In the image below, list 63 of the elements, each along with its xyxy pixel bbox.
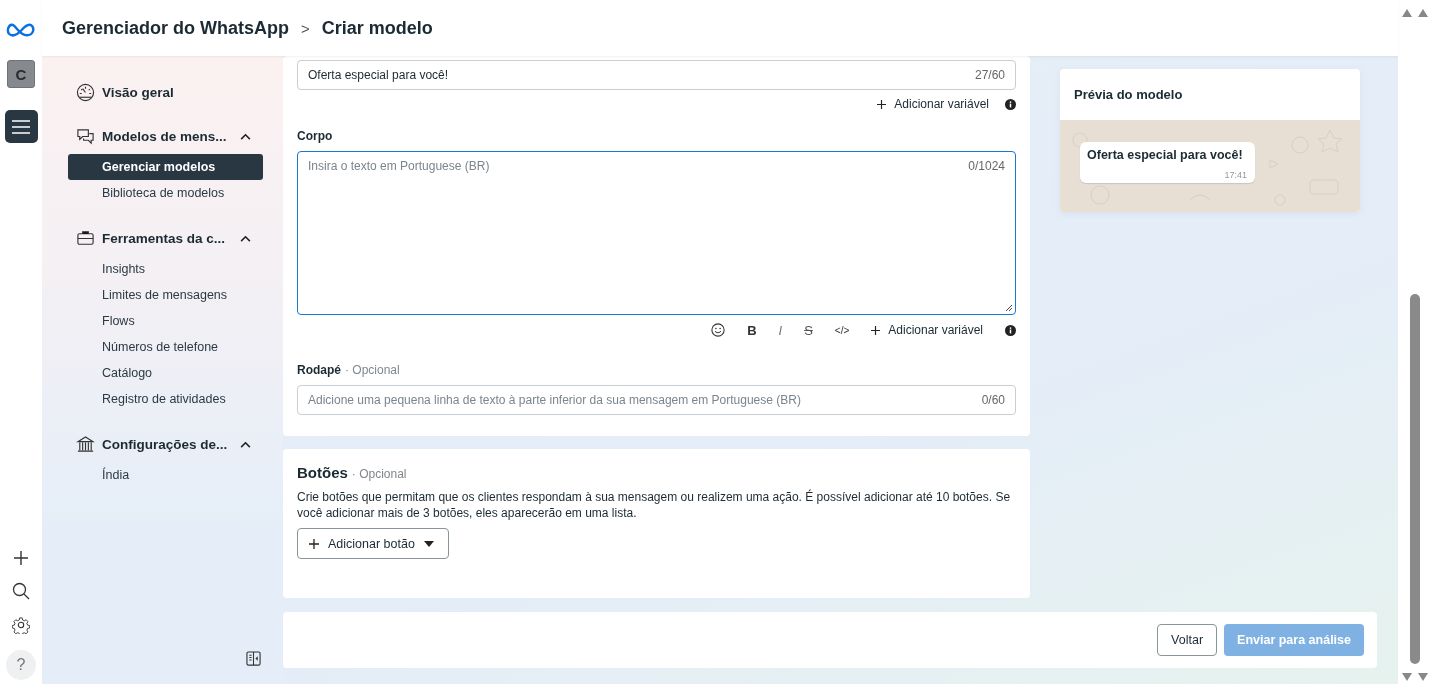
collapse-sidebar-icon[interactable] — [246, 651, 261, 666]
section-description: Crie botões que permitam que os clientes respondam à sua mensagem ou realizem uma ação. É possível adicionar até 10 botões. Se você adicionar mais de 3 botões, eles aparecerão em uma lista. — [297, 489, 1012, 521]
preview-title: Prévia do modelo — [1073, 86, 1184, 104]
sidebar-item[interactable]: Flows — [68, 308, 263, 334]
chevron-icon[interactable] — [240, 234, 251, 242]
menu-button[interactable] — [4, 110, 38, 143]
plus-icon[interactable] — [13, 550, 29, 566]
sidebar-section[interactable]: Ferramentas da c... — [68, 226, 263, 250]
scrollbar-thumb[interactable] — [1410, 294, 1420, 664]
field-label: Rodapé — [297, 363, 341, 377]
format-button[interactable]: S — [804, 322, 813, 338]
info-icon[interactable] — [1005, 324, 1016, 336]
format-button[interactable]: </> — [834, 324, 850, 336]
help-button[interactable]: ? — [6, 650, 36, 680]
resize-handle-icon[interactable] — [1005, 304, 1013, 312]
sidebar-item[interactable]: Catálogo — [68, 360, 263, 386]
add-button-dropdown[interactable]: Adicionar botão — [297, 528, 449, 559]
sidebar-section[interactable]: Configurações de... — [68, 432, 263, 456]
message-text: Oferta especial para você! — [1087, 148, 1244, 162]
menu-icon — [12, 119, 30, 134]
sidebar-item[interactable]: Registro de atividades — [68, 386, 263, 412]
bank-icon — [76, 434, 95, 454]
account-avatar[interactable]: C — [7, 60, 35, 88]
meta-logo-icon[interactable] — [6, 22, 36, 38]
info-icon[interactable] — [1005, 98, 1016, 110]
chat-icon — [76, 126, 95, 146]
sidebar-section[interactable]: Modelos de mens... — [68, 124, 263, 148]
format-button[interactable]: I — [778, 322, 783, 338]
sidebar-item[interactable]: Biblioteca de modelos — [68, 180, 263, 206]
search-icon[interactable] — [12, 582, 30, 600]
body-text-area[interactable]: Insira o texto em Portuguese (BR) 0/1024 — [297, 151, 1016, 315]
optional-note: · Opcional — [345, 363, 400, 377]
emoji-icon[interactable] — [711, 323, 726, 337]
footer-input-field[interactable]: Adicione uma pequena linha de texto à parte inferior da sua mensagem em Portuguese (BR) 0/60 — [297, 385, 1016, 415]
scroll-down-icon[interactable] — [1401, 672, 1429, 682]
settings-icon[interactable] — [12, 616, 30, 634]
scroll-up-icon[interactable] — [1401, 8, 1429, 18]
page-title: Criar modelo — [321, 17, 433, 39]
plus-icon — [871, 325, 881, 335]
field-label: Corpo — [297, 129, 334, 143]
breadcrumb-separator: > — [301, 19, 310, 37]
sidebar-item[interactable]: Gerenciar modelos — [68, 154, 263, 180]
sidebar-item[interactable]: Números de telefone — [68, 334, 263, 360]
add-variable-link[interactable]: Adicionar variável — [871, 323, 983, 337]
section-title: Botões — [297, 464, 348, 481]
sidebar-item[interactable]: Índia — [68, 462, 263, 488]
format-button[interactable]: B — [747, 322, 757, 338]
sidebar-item[interactable]: Insights — [68, 256, 263, 282]
sidebar-item[interactable]: Limites de mensagens — [68, 282, 263, 308]
plus-icon — [877, 99, 887, 109]
chevron-icon[interactable] — [240, 132, 251, 140]
breadcrumb-link[interactable]: Gerenciador do WhatsApp — [62, 17, 290, 39]
caret-icon — [423, 540, 434, 547]
message-time: 17:41 — [1223, 170, 1247, 180]
plus-icon — [309, 538, 319, 549]
optional-note: · Opcional — [351, 467, 407, 481]
gauge-icon — [76, 82, 95, 102]
sidebar-section[interactable]: Visão geral — [68, 80, 263, 104]
back-button[interactable]: Voltar — [1157, 624, 1218, 656]
header-input-field[interactable]: Oferta especial para você! 27/60 — [297, 60, 1016, 90]
add-variable-link[interactable]: Adicionar variável — [877, 97, 989, 111]
briefcase-icon — [76, 228, 95, 248]
chevron-icon[interactable] — [240, 440, 251, 448]
